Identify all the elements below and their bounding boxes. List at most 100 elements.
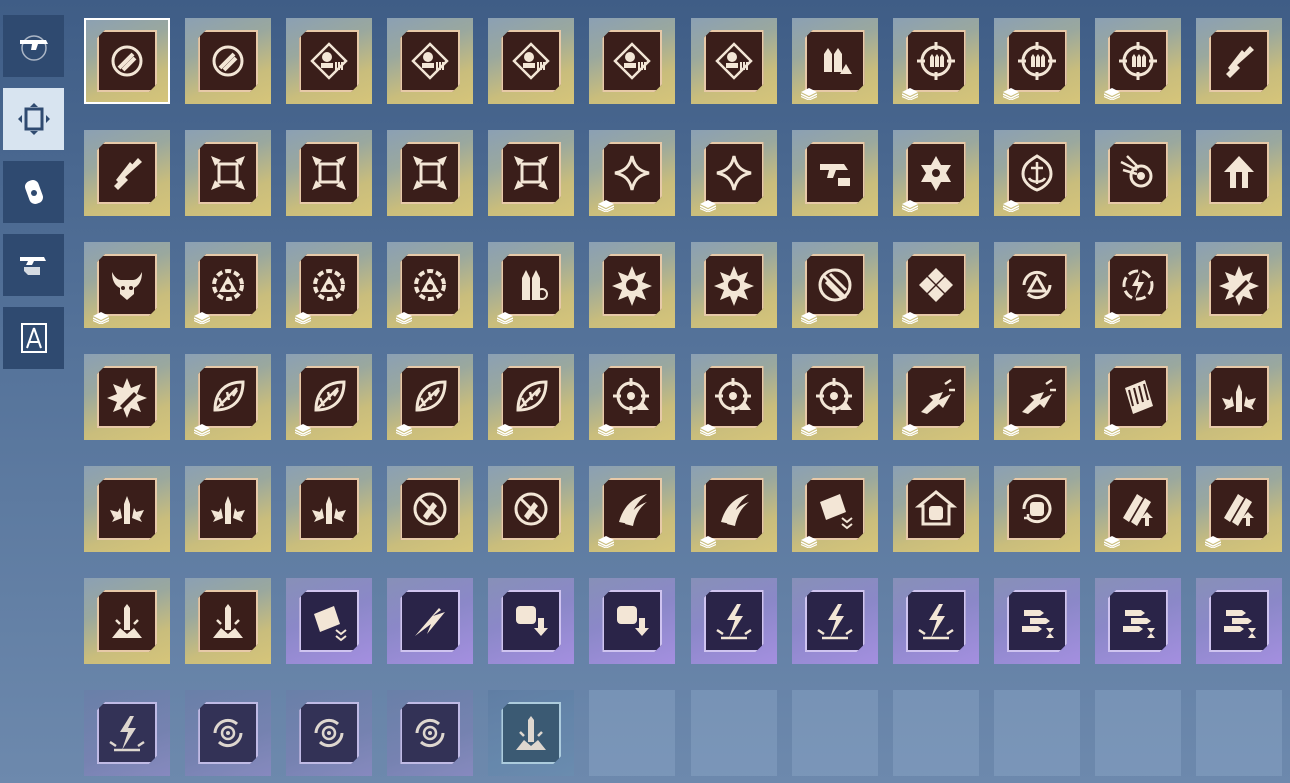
attachment-card[interactable] [488,690,575,776]
attachment-card[interactable] [589,466,676,552]
card-frame [602,254,662,316]
attachment-card[interactable] [892,466,979,552]
attachment-card[interactable] [185,18,272,104]
attachment-card[interactable] [185,130,272,216]
attachment-card[interactable] [286,18,373,104]
attachment-card[interactable] [690,18,777,104]
attachment-card[interactable] [1094,354,1181,440]
attachment-card[interactable] [589,130,676,216]
no-bullet-icon [409,488,451,530]
stack-icon [1002,87,1020,101]
attachment-card[interactable] [84,466,170,552]
attachment-card[interactable] [84,578,170,664]
attachment-card[interactable] [1196,578,1283,664]
attachment-card[interactable] [286,242,373,328]
sidebar-tab-frame[interactable] [3,88,64,150]
attachment-card[interactable] [387,578,474,664]
stack-icon [901,423,919,437]
attachment-card[interactable] [589,578,676,664]
sidebar-tab-compass[interactable] [3,307,64,369]
attachment-card[interactable] [1196,242,1283,328]
attachment-card[interactable] [84,690,170,776]
attachment-card[interactable] [185,242,272,328]
attachment-card[interactable] [286,354,373,440]
attachment-card[interactable] [286,130,373,216]
attachment-card[interactable] [1094,466,1181,552]
card-frame [198,142,258,204]
category-sidebar [3,15,64,380]
attachment-card[interactable] [1094,130,1181,216]
attachment-card[interactable] [185,578,272,664]
card-frame [704,254,764,316]
sidebar-tab-hand-gun[interactable] [3,234,64,296]
attachment-card[interactable] [791,578,878,664]
attachment-card[interactable] [84,130,170,216]
card-frame [1007,366,1067,428]
attachment-card[interactable] [690,466,777,552]
attachment-card[interactable] [1196,18,1283,104]
attachment-card[interactable] [387,354,474,440]
attachment-card[interactable] [690,578,777,664]
attachment-card[interactable] [1196,130,1283,216]
gear-triangle-icon [409,264,451,306]
attachment-card[interactable] [488,18,575,104]
attachment-card[interactable] [387,242,474,328]
blade-slash-icon [814,264,856,306]
comet-target-icon [1117,152,1159,194]
attachment-card[interactable] [993,578,1080,664]
card-frame [97,254,157,316]
attachment-card[interactable] [488,242,575,328]
sidebar-tab-gun[interactable] [3,15,64,77]
sidebar-tab-grenade[interactable] [3,161,64,223]
attachment-card[interactable] [387,690,474,776]
attachment-card[interactable] [791,354,878,440]
attachment-card[interactable] [286,690,373,776]
lightning-burst-icon [713,600,755,642]
card-frame [97,142,157,204]
attachment-card[interactable] [589,242,676,328]
attachment-card[interactable] [993,18,1080,104]
attachment-card[interactable] [791,18,878,104]
attachment-card[interactable] [690,130,777,216]
card-frame [602,478,662,540]
attachment-card[interactable] [892,242,979,328]
attachment-card[interactable] [791,466,878,552]
attachment-card[interactable] [892,18,979,104]
attachment-card[interactable] [1196,466,1283,552]
attachment-card[interactable] [589,18,676,104]
attachment-card[interactable] [589,354,676,440]
attachment-card[interactable] [1094,18,1181,104]
attachment-card[interactable] [84,242,170,328]
attachment-card[interactable] [185,690,272,776]
attachment-card[interactable] [892,354,979,440]
attachment-card[interactable] [387,466,474,552]
attachment-card[interactable] [791,242,878,328]
attachment-card[interactable] [993,130,1080,216]
attachment-card[interactable] [1094,578,1181,664]
attachment-card[interactable] [488,578,575,664]
attachment-card[interactable] [387,18,474,104]
attachment-card[interactable] [993,242,1080,328]
attachment-card[interactable] [892,578,979,664]
attachment-card[interactable] [993,354,1080,440]
attachment-card[interactable] [84,354,170,440]
attachment-card[interactable] [185,354,272,440]
attachment-card[interactable] [84,18,170,104]
attachment-card[interactable] [791,130,878,216]
attachment-card[interactable] [488,354,575,440]
attachment-card[interactable] [993,466,1080,552]
attachment-card[interactable] [1196,354,1283,440]
attachment-card[interactable] [892,130,979,216]
attachment-card[interactable] [286,578,373,664]
attachment-card[interactable] [488,130,575,216]
attachment-card[interactable] [690,242,777,328]
card-frame [97,478,157,540]
attachment-card[interactable] [387,130,474,216]
attachment-card[interactable] [1094,242,1181,328]
frame-icon [17,103,50,135]
attachment-card[interactable] [185,466,272,552]
attachment-card[interactable] [488,466,575,552]
card-frame [906,478,966,540]
attachment-card[interactable] [286,466,373,552]
attachment-card[interactable] [690,354,777,440]
